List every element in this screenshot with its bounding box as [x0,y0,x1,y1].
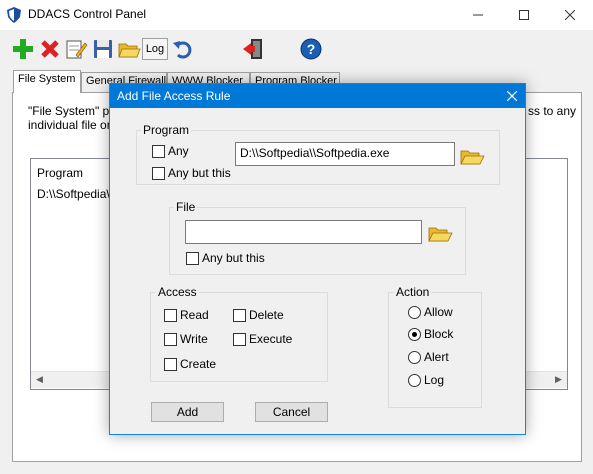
action-alert-label: Alert [424,350,449,364]
edit-button[interactable] [63,36,89,62]
add-button[interactable] [10,36,36,62]
description-line-1: "File System" par [28,104,120,118]
action-group-label: Action [394,285,432,299]
access-group-label: Access [156,285,199,299]
scroll-right-arrow-icon[interactable]: ▶ [550,371,567,388]
delete-button[interactable] [37,36,63,62]
list-item[interactable]: D:\\Softpedia\\ [37,187,113,201]
access-delete-label: Delete [249,308,284,322]
access-delete-checkbox[interactable] [233,309,246,322]
access-read-label: Read [180,308,209,322]
action-block-radio[interactable] [408,328,421,341]
file-any-but-this-label: Any but this [202,251,265,265]
program-browse-button[interactable] [459,142,485,168]
action-log-label: Log [424,373,445,387]
dialog-title: Add File Access Rule [117,89,231,103]
description-line-right: ss to any [528,104,577,118]
close-button[interactable] [547,0,593,30]
minimize-button[interactable] [455,0,501,30]
x-icon [41,40,59,58]
access-create-label: Create [180,357,217,371]
access-write-checkbox[interactable] [164,333,177,346]
help-button[interactable]: ? [298,36,324,62]
undo-button[interactable] [170,36,196,62]
access-write-label: Write [180,332,208,346]
action-log-radio[interactable] [408,374,421,387]
scroll-left-arrow-icon[interactable]: ◀ [31,371,48,388]
access-create-checkbox[interactable] [164,358,177,371]
save-button[interactable] [90,36,116,62]
add-rule-button[interactable]: Add [151,402,224,422]
cancel-button[interactable]: Cancel [255,402,328,422]
exit-button[interactable] [240,36,266,62]
file-path-input[interactable] [185,220,422,244]
shield-app-icon [7,7,21,23]
folder-open-icon [118,43,141,58]
access-execute-label: Execute [249,332,293,346]
program-any-label: Any [168,144,189,158]
plus-icon [13,39,33,59]
list-column-header[interactable]: Program [37,166,83,180]
edit-icon [66,40,88,59]
access-read-checkbox[interactable] [164,309,177,322]
program-path-input[interactable]: D:\\Softpedia\\Softpedia.exe [235,142,455,166]
action-block-label: Block [424,327,454,341]
maximize-button[interactable] [501,0,547,30]
folder-open-icon [460,150,485,165]
window-title: DDACS Control Panel [28,7,147,21]
action-allow-radio[interactable] [408,306,421,319]
program-group-label: Program [141,123,192,137]
tab-file-system[interactable]: File System [13,70,81,93]
exit-icon [243,39,262,59]
program-any-checkbox[interactable] [152,145,165,158]
action-allow-label: Allow [424,305,453,319]
undo-icon [173,41,192,59]
save-icon [94,40,112,58]
access-execute-checkbox[interactable] [233,333,246,346]
file-browse-button[interactable] [427,219,453,245]
log-button[interactable]: Log [142,38,168,60]
svg-text:?: ? [307,41,316,57]
close-icon [507,91,517,101]
open-button[interactable] [116,36,142,62]
file-group-label: File [174,200,198,214]
action-alert-radio[interactable] [408,351,421,364]
file-any-but-this-checkbox[interactable] [186,252,199,265]
dialog-close-button[interactable] [500,84,524,108]
program-any-but-this-checkbox[interactable] [152,167,165,180]
help-icon: ? [300,38,322,60]
folder-open-icon [428,227,453,242]
program-any-but-this-label: Any but this [168,166,231,180]
